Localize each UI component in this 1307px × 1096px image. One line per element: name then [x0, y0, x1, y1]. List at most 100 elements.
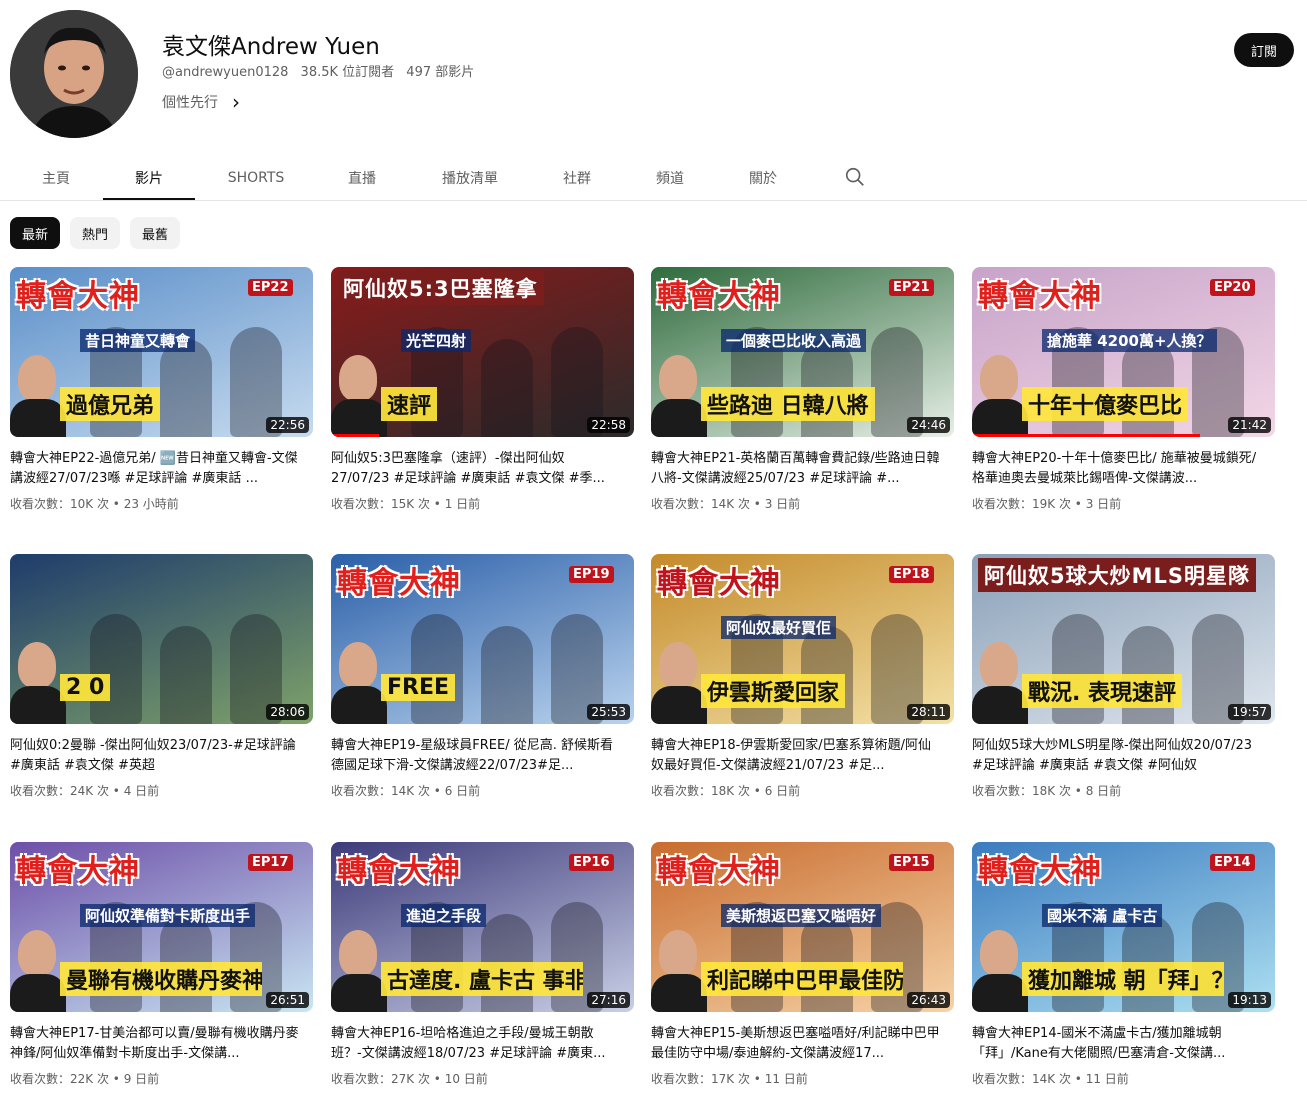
video-thumbnail[interactable]: 轉會大神 EP20 搶施華 4200萬+人換？ 十年十億麥巴比 21:42	[972, 267, 1275, 437]
watch-progress-bar	[972, 434, 1200, 437]
video-thumbnail[interactable]: 轉會大神 EP16 進迫之手段古達度. 盧卡古 事非沒完沒了27:16	[331, 842, 634, 1012]
episode-badge: EP22	[248, 279, 293, 296]
video-title[interactable]: 轉會大神EP22-過億兄弟/ 🆕昔日神童又轉會-文傑講波經27/07/23喺 #…	[10, 449, 300, 489]
video-card[interactable]: 轉會大神 EP22 昔日神童又轉會 過億兄弟 22:56 轉會大神EP22-過億兄弟/ 🆕…	[10, 267, 313, 517]
channel-handle: @andrewyuen0128	[162, 65, 289, 80]
video-meta: 收看次數：14K 次 • 11 日前	[972, 1070, 1129, 1087]
tab-home[interactable]: 主頁	[30, 158, 82, 198]
video-thumbnail[interactable]: 阿仙奴5:3巴塞隆拿 光芒四射 速評 22:58	[331, 267, 634, 437]
upload-age: 11 日前	[764, 1072, 808, 1086]
video-title[interactable]: 阿仙奴0:2曼聯 -傑出阿仙奴23/07/23-#足球評論 #廣東話 #袁文傑 …	[10, 736, 300, 776]
video-thumbnail[interactable]: 轉會大神 EP22 昔日神童又轉會 過億兄弟 22:56	[10, 267, 313, 437]
meta-separator: •	[749, 1072, 765, 1086]
thumbnail-caption: 利記睇中巴甲最佳防守中場	[701, 962, 903, 996]
thumbnail-caption: 獲加離城 朝「拜」？	[1022, 962, 1224, 996]
tab-channels[interactable]: 頻道	[644, 158, 696, 198]
episode-badge: EP21	[889, 279, 934, 296]
player-silhouette-graphic	[481, 339, 533, 437]
thumbnail-banner-text: 轉會大神	[978, 279, 1102, 314]
video-card[interactable]: 阿仙奴5:3巴塞隆拿 光芒四射 速評 22:58 阿仙奴5:3巴塞隆拿（速評）-傑出阿仙…	[331, 267, 634, 517]
tab-live[interactable]: 直播	[336, 158, 388, 198]
video-thumbnail[interactable]: 2 0 28:06	[10, 554, 313, 724]
video-duration: 26:51	[266, 992, 309, 1008]
video-thumbnail[interactable]: 轉會大神 EP21 一個麥巴比收入高過 些路迪 日韓八將 24:46	[651, 267, 954, 437]
view-count: 收看次數：15K 次	[331, 497, 430, 511]
video-title[interactable]: 轉會大神EP14-國米不滿盧卡古/獲加離城朝「拜」/Kane有大佬關照/巴塞清倉…	[972, 1024, 1262, 1064]
view-count: 收看次數：18K 次	[651, 784, 750, 798]
subscribe-button[interactable]: 訂閱	[1234, 33, 1294, 67]
video-thumbnail[interactable]: 轉會大神 EP18 阿仙奴最好買佢 伊雲斯愛回家 28:11	[651, 554, 954, 724]
host-suit-graphic	[10, 686, 66, 724]
view-count: 收看次數：18K 次	[972, 784, 1071, 798]
tab-shorts[interactable]: SHORTS	[218, 158, 294, 198]
view-count: 收看次數：24K 次	[10, 784, 109, 798]
video-title[interactable]: 轉會大神EP17-甘美治都可以賣/曼聯有機收購丹麥神鋒/阿仙奴準備對卡斯度出手-…	[10, 1024, 300, 1064]
thumbnail-subcaption: 美斯想返巴塞又嗌唔好	[721, 904, 882, 927]
thumbnail-subcaption: 國米不滿 盧卡古	[1042, 904, 1163, 927]
channel-header: 袁文傑Andrew Yuen @andrewyuen0128 38.5K 位訂閱…	[0, 0, 1307, 150]
video-thumbnail[interactable]: 轉會大神 EP15 美斯想返巴塞又嗌唔好利記睇中巴甲最佳防守中場26:43	[651, 842, 954, 1012]
upload-age: 6 日前	[444, 784, 481, 798]
video-title[interactable]: 轉會大神EP20-十年十億麥巴比/ 施華被曼城鎖死/ 格華迪奧去曼城萊比錫唔俾-…	[972, 449, 1262, 489]
host-suit-graphic	[331, 686, 387, 724]
channel-avatar[interactable]	[10, 10, 138, 138]
video-card[interactable]: 轉會大神 EP16 進迫之手段古達度. 盧卡古 事非沒完沒了27:16 轉會大神EP1…	[331, 842, 634, 1092]
thumbnail-banner-text: 轉會大神	[337, 854, 461, 889]
thumbnail-subcaption: 光芒四射	[401, 329, 472, 352]
episode-badge: EP16	[569, 854, 614, 871]
thumbnail-subcaption: 昔日神童又轉會	[80, 329, 196, 352]
meta-separator: •	[749, 784, 765, 798]
video-card[interactable]: 轉會大神 EP19 FREE 25:53 轉會大神EP19-星級球員FREE/ 從尼高.…	[331, 554, 634, 804]
video-thumbnail[interactable]: 阿仙奴5球大炒MLS明星隊 戰況. 表現速評 19:57	[972, 554, 1275, 724]
host-face-graphic	[980, 642, 1018, 688]
video-card[interactable]: 2 0 28:06 阿仙奴0:2曼聯 -傑出阿仙奴23/07/23-#足球評論 #廣…	[10, 554, 313, 804]
video-title[interactable]: 阿仙奴5:3巴塞隆拿（速評）-傑出阿仙奴27/07/23 #足球評論 #廣東話 …	[331, 449, 621, 489]
search-icon[interactable]	[844, 166, 866, 188]
video-duration: 26:43	[907, 992, 950, 1008]
video-title[interactable]: 轉會大神EP15-美斯想返巴塞嗌唔好/利記睇中巴甲最佳防守中場/泰迪解約-文傑講…	[651, 1024, 941, 1064]
video-card[interactable]: 阿仙奴5球大炒MLS明星隊 戰況. 表現速評 19:57 阿仙奴5球大炒MLS明星隊-…	[972, 554, 1275, 804]
chip-popular[interactable]: 熱門	[70, 217, 121, 249]
view-count: 收看次數：22K 次	[10, 1072, 109, 1086]
video-card[interactable]: 轉會大神 EP17 阿仙奴準備對卡斯度出手曼聯有機收購丹麥神鋒26:51 轉會大神EP…	[10, 842, 313, 1092]
video-thumbnail[interactable]: 轉會大神 EP14 國米不滿 盧卡古 獲加離城 朝「拜」？ 19:13	[972, 842, 1275, 1012]
video-title[interactable]: 阿仙奴5球大炒MLS明星隊-傑出阿仙奴20/07/23 #足球評論 #廣東話 #…	[972, 736, 1262, 776]
chip-latest[interactable]: 最新	[10, 217, 61, 249]
video-title[interactable]: 轉會大神EP16-坦哈格進迫之手段/曼城王朝散班？-文傑講波經18/07/23 …	[331, 1024, 621, 1064]
thumbnail-caption: 伊雲斯愛回家	[701, 674, 846, 708]
upload-age: 11 日前	[1085, 1072, 1129, 1086]
video-duration: 22:56	[266, 417, 309, 433]
thumbnail-banner-text: 阿仙奴5:3巴塞隆拿	[337, 271, 544, 305]
view-count: 收看次數：14K 次	[972, 1072, 1071, 1086]
thumbnail-caption: 速評	[381, 387, 438, 421]
video-thumbnail[interactable]: 轉會大神 EP17 阿仙奴準備對卡斯度出手曼聯有機收購丹麥神鋒26:51	[10, 842, 313, 1012]
tab-community[interactable]: 社群	[551, 158, 603, 198]
video-card[interactable]: 轉會大神 EP15 美斯想返巴塞又嗌唔好利記睇中巴甲最佳防守中場26:43 轉會大神E…	[651, 842, 954, 1092]
video-duration: 21:42	[1228, 417, 1271, 433]
video-thumbnail[interactable]: 轉會大神 EP19 FREE 25:53	[331, 554, 634, 724]
upload-age: 9 日前	[123, 1072, 160, 1086]
video-card[interactable]: 轉會大神 EP14 國米不滿 盧卡古 獲加離城 朝「拜」？ 19:13 轉會大神EP14-…	[972, 842, 1275, 1092]
video-title[interactable]: 轉會大神EP18-伊雲斯愛回家/巴塞系算術題/阿仙奴最好買佢-文傑講波經21/0…	[651, 736, 941, 776]
chip-oldest[interactable]: 最舊	[130, 217, 181, 249]
channel-about-link[interactable]: 個性先行 ›	[162, 92, 240, 112]
host-suit-graphic	[10, 974, 66, 1012]
video-card[interactable]: 轉會大神 EP20 搶施華 4200萬+人換？ 十年十億麥巴比 21:42 轉會大神EP2…	[972, 267, 1275, 517]
tab-about[interactable]: 關於	[737, 158, 789, 198]
player-silhouette-graphic	[160, 339, 212, 437]
video-title[interactable]: 轉會大神EP21-英格蘭百萬轉會費記錄/些路迪日韓八將-文傑講波經25/07/2…	[651, 449, 941, 489]
video-duration: 19:13	[1228, 992, 1271, 1008]
video-card[interactable]: 轉會大神 EP21 一個麥巴比收入高過 些路迪 日韓八將 24:46 轉會大神EP21-英…	[651, 267, 954, 517]
tab-videos[interactable]: 影片	[103, 158, 195, 200]
host-face-graphic	[339, 642, 377, 688]
upload-age: 4 日前	[123, 784, 160, 798]
player-silhouette-graphic	[411, 614, 463, 724]
video-meta: 收看次數：22K 次 • 9 日前	[10, 1070, 159, 1087]
video-meta: 收看次數：19K 次 • 3 日前	[972, 495, 1121, 512]
host-suit-graphic	[331, 399, 387, 437]
meta-separator: •	[749, 497, 765, 511]
video-card[interactable]: 轉會大神 EP18 阿仙奴最好買佢 伊雲斯愛回家 28:11 轉會大神EP18-伊雲斯愛回…	[651, 554, 954, 804]
tab-playlists[interactable]: 播放清單	[430, 158, 510, 198]
video-title[interactable]: 轉會大神EP19-星級球員FREE/ 從尼高. 舒候斯看德國足球下滑-文傑講波經…	[331, 736, 621, 776]
player-silhouette-graphic	[160, 626, 212, 724]
